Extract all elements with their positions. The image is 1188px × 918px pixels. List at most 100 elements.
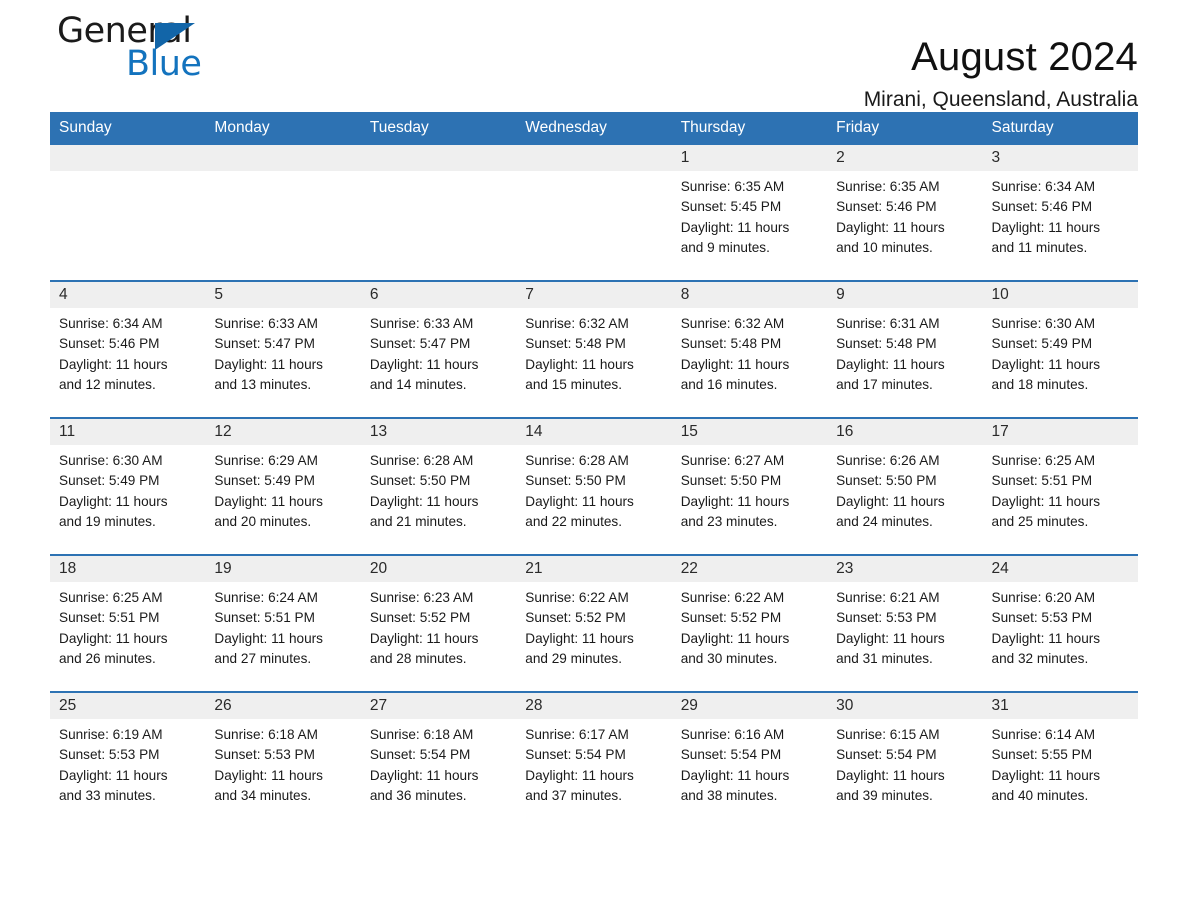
daylight-duration-line1: Daylight: 11 hours	[525, 630, 634, 646]
calendar-day-cell[interactable]: 24 Sunrise: 6:20 AM Sunset: 5:53 PM Dayligh…	[982, 554, 1138, 692]
sunrise-time: Sunrise: 6:24 AM	[214, 590, 318, 605]
day-number: 13	[360, 419, 517, 445]
day-details: Sunrise: 6:34 AM Sunset: 5:46 PM Daylight:…	[50, 308, 205, 395]
calendar-day-cell[interactable]: 16 Sunrise: 6:26 AM Sunset: 5:50 PM Dayligh…	[827, 417, 983, 555]
calendar-day-cell[interactable]: 20 Sunrise: 6:23 AM Sunset: 5:52 PM Dayligh…	[360, 554, 517, 692]
day-number: 28	[516, 693, 672, 719]
calendar-day-cell[interactable]: 25 Sunrise: 6:19 AM Sunset: 5:53 PM Dayligh…	[50, 691, 206, 828]
calendar-day-cell[interactable]: 21 Sunrise: 6:22 AM Sunset: 5:52 PM Dayligh…	[516, 554, 672, 692]
calendar-day-cell-empty	[360, 145, 517, 281]
weekday-header-wednesday: Wednesday	[516, 112, 672, 145]
calendar-day-cell[interactable]: 7 Sunrise: 6:32 AM Sunset: 5:48 PM Daylight…	[516, 280, 672, 418]
calendar-day-cell[interactable]: 28 Sunrise: 6:17 AM Sunset: 5:54 PM Dayligh…	[516, 691, 672, 828]
calendar-day-cell-empty	[50, 145, 206, 281]
calendar-day-cell[interactable]: 18 Sunrise: 6:25 AM Sunset: 5:51 PM Dayligh…	[50, 554, 206, 692]
calendar-day-cell[interactable]: 6 Sunrise: 6:33 AM Sunset: 5:47 PM Daylight…	[360, 280, 517, 418]
calendar-day-cell[interactable]: 10 Sunrise: 6:30 AM Sunset: 5:49 PM Dayligh…	[982, 280, 1138, 418]
calendar-day-cell[interactable]: 11 Sunrise: 6:30 AM Sunset: 5:49 PM Dayligh…	[50, 417, 206, 555]
sunrise-time: Sunrise: 6:33 AM	[214, 316, 318, 331]
sunrise-time: Sunrise: 6:27 AM	[680, 453, 785, 468]
sunrise-time: Sunrise: 6:17 AM	[525, 727, 629, 742]
sunrise-time: Sunrise: 6:23 AM	[369, 590, 474, 605]
sunrise-time: Sunrise: 6:33 AM	[369, 316, 474, 331]
calendar-day-cell[interactable]: 17 Sunrise: 6:25 AM Sunset: 5:51 PM Dayligh…	[982, 417, 1138, 555]
day-details: Sunrise: 6:33 AM Sunset: 5:47 PM Daylight:…	[361, 308, 516, 395]
day-number: 16	[827, 419, 983, 445]
daylight-duration-line1: Daylight: 11 hours	[59, 767, 168, 783]
calendar-day-cell[interactable]: 23 Sunrise: 6:21 AM Sunset: 5:53 PM Dayligh…	[827, 554, 983, 692]
day-number: 12	[205, 419, 361, 445]
daylight-duration-line1: Daylight: 11 hours	[214, 493, 323, 509]
calendar-day-cell[interactable]: 19 Sunrise: 6:24 AM Sunset: 5:51 PM Dayligh…	[205, 554, 361, 692]
calendar-day-cell[interactable]: 30 Sunrise: 6:15 AM Sunset: 5:54 PM Dayligh…	[827, 691, 983, 828]
calendar-day-cell[interactable]: 31 Sunrise: 6:14 AM Sunset: 5:55 PM Dayligh…	[982, 691, 1138, 828]
calendar-day-cell[interactable]: 29 Sunrise: 6:16 AM Sunset: 5:54 PM Dayligh…	[671, 691, 828, 828]
daylight-duration-line1: Daylight: 11 hours	[369, 356, 479, 372]
calendar-day-cell[interactable]: 27 Sunrise: 6:18 AM Sunset: 5:54 PM Dayligh…	[360, 691, 517, 828]
calendar-day-cell[interactable]: 3 Sunrise: 6:34 AM Sunset: 5:46 PM Daylight…	[982, 145, 1138, 281]
sunset-time: Sunset: 5:51 PM	[214, 610, 315, 626]
weekday-header-saturday: Saturday	[982, 112, 1138, 145]
daylight-duration-line2: and 11 minutes.	[991, 239, 1088, 255]
calendar-week-row: 1 Sunrise: 6:35 AM Sunset: 5:45 PM Daylight…	[50, 145, 1138, 281]
day-number: 19	[205, 556, 361, 582]
day-number: 14	[516, 419, 672, 445]
day-details: Sunrise: 6:29 AM Sunset: 5:49 PM Daylight:…	[205, 445, 360, 532]
calendar-day-cell[interactable]: 8 Sunrise: 6:32 AM Sunset: 5:48 PM Daylight…	[671, 280, 828, 418]
calendar-day-cell[interactable]: 14 Sunrise: 6:28 AM Sunset: 5:50 PM Dayligh…	[516, 417, 672, 555]
calendar-day-cell[interactable]: 13 Sunrise: 6:28 AM Sunset: 5:50 PM Dayligh…	[360, 417, 517, 555]
daylight-duration-line2: and 19 minutes.	[59, 513, 156, 529]
calendar-week-row: 25 Sunrise: 6:19 AM Sunset: 5:53 PM Dayligh…	[50, 691, 1138, 828]
day-details: Sunrise: 6:15 AM Sunset: 5:54 PM Daylight:…	[827, 719, 982, 806]
calendar-day-cell[interactable]: 15 Sunrise: 6:27 AM Sunset: 5:50 PM Dayligh…	[671, 417, 828, 555]
day-number: 11	[50, 419, 206, 445]
sunset-time: Sunset: 5:48 PM	[525, 336, 626, 352]
calendar-day-cell[interactable]: 12 Sunrise: 6:29 AM Sunset: 5:49 PM Dayligh…	[205, 417, 361, 555]
daylight-duration-line2: and 29 minutes.	[525, 650, 622, 666]
day-details: Sunrise: 6:14 AM Sunset: 5:55 PM Daylight:…	[983, 719, 1138, 806]
sunrise-time: Sunrise: 6:30 AM	[59, 453, 163, 468]
calendar-day-cell[interactable]: 4 Sunrise: 6:34 AM Sunset: 5:46 PM Daylight…	[50, 280, 206, 418]
weekday-header-monday: Monday	[205, 112, 361, 145]
daylight-duration-line2: and 20 minutes.	[214, 513, 312, 529]
sunset-time: Sunset: 5:53 PM	[59, 747, 160, 763]
day-number: 10	[982, 282, 1138, 308]
calendar-day-cell[interactable]: 26 Sunrise: 6:18 AM Sunset: 5:53 PM Dayligh…	[205, 691, 361, 828]
day-number: 5	[205, 282, 361, 308]
daylight-duration-line2: and 38 minutes.	[680, 787, 778, 803]
daylight-duration-line1: Daylight: 11 hours	[836, 767, 945, 783]
weekday-header-tuesday: Tuesday	[360, 112, 517, 145]
day-details: Sunrise: 6:24 AM Sunset: 5:51 PM Daylight:…	[205, 582, 360, 669]
logo-text-blue: Blue	[126, 44, 202, 84]
day-details: Sunrise: 6:27 AM Sunset: 5:50 PM Daylight:…	[672, 445, 827, 532]
daylight-duration-line2: and 21 minutes.	[369, 513, 467, 529]
calendar-day-cell[interactable]: 1 Sunrise: 6:35 AM Sunset: 5:45 PM Daylight…	[671, 145, 828, 281]
sunset-time: Sunset: 5:55 PM	[991, 747, 1093, 763]
sunset-time: Sunset: 5:49 PM	[991, 336, 1093, 352]
sunset-time: Sunset: 5:50 PM	[369, 473, 471, 489]
daylight-duration-line1: Daylight: 11 hours	[525, 493, 634, 509]
calendar-day-cell[interactable]: 9 Sunrise: 6:31 AM Sunset: 5:48 PM Daylight…	[827, 280, 983, 418]
sunrise-time: Sunrise: 6:29 AM	[214, 453, 318, 468]
day-details: Sunrise: 6:22 AM Sunset: 5:52 PM Daylight:…	[516, 582, 671, 669]
sunrise-time: Sunrise: 6:25 AM	[991, 453, 1096, 468]
day-number: 30	[827, 693, 983, 719]
weekday-header-friday: Friday	[827, 112, 983, 145]
calendar-day-cell[interactable]: 22 Sunrise: 6:22 AM Sunset: 5:52 PM Dayligh…	[671, 554, 828, 692]
day-details: Sunrise: 6:25 AM Sunset: 5:51 PM Daylight:…	[983, 445, 1138, 532]
calendar-header-row: Sunday Monday Tuesday Wednesday Thursday…	[50, 112, 1138, 145]
general-blue-logo[interactable]: General Blue	[57, 14, 317, 106]
calendar-day-cell[interactable]: 5 Sunrise: 6:33 AM Sunset: 5:47 PM Daylight…	[205, 280, 361, 418]
day-details: Sunrise: 6:34 AM Sunset: 5:46 PM Daylight:…	[983, 171, 1138, 258]
daylight-duration-line1: Daylight: 11 hours	[836, 219, 945, 235]
weekday-header-thursday: Thursday	[671, 112, 828, 145]
calendar-table: Sunday Monday Tuesday Wednesday Thursday…	[50, 112, 1138, 828]
sunset-time: Sunset: 5:47 PM	[369, 336, 471, 352]
daylight-duration-line2: and 32 minutes.	[991, 650, 1089, 666]
day-number: 9	[827, 282, 983, 308]
calendar-day-cell[interactable]: 2 Sunrise: 6:35 AM Sunset: 5:46 PM Daylight…	[827, 145, 983, 281]
day-details: Sunrise: 6:26 AM Sunset: 5:50 PM Daylight:…	[827, 445, 982, 532]
day-number: 7	[516, 282, 672, 308]
sunset-time: Sunset: 5:51 PM	[59, 610, 160, 626]
daylight-duration-line2: and 40 minutes.	[991, 787, 1089, 803]
